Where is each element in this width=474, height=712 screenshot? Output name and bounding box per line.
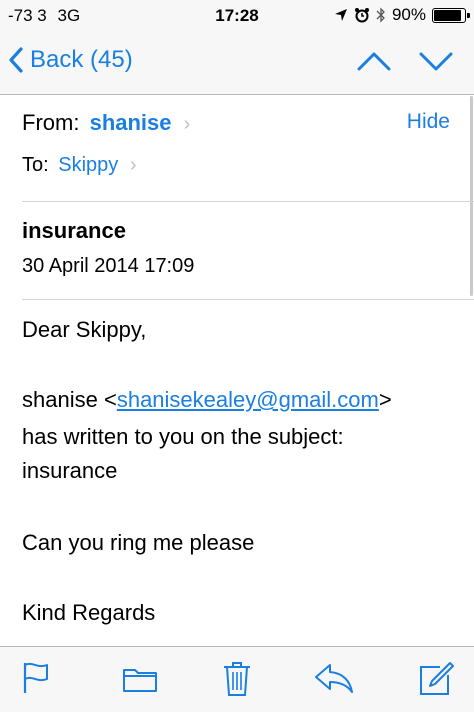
alarm-icon bbox=[354, 7, 370, 23]
delete-button[interactable] bbox=[222, 661, 252, 697]
hide-button[interactable]: Hide bbox=[407, 110, 450, 134]
back-label: Back (45) bbox=[30, 46, 133, 73]
chevron-right-icon: › bbox=[183, 113, 191, 135]
navigation-bar: Back (45) bbox=[0, 30, 474, 95]
back-button[interactable]: Back (45) bbox=[8, 46, 133, 74]
angle-open: < bbox=[103, 387, 117, 412]
battery-icon bbox=[432, 7, 470, 23]
battery-percent: 90% bbox=[391, 5, 426, 24]
subject-line: insurance bbox=[22, 458, 118, 483]
chevron-right-icon: › bbox=[129, 154, 137, 176]
written-line: has written to you on the subject: bbox=[22, 424, 344, 449]
flag-button[interactable] bbox=[22, 661, 50, 695]
to-label: To: bbox=[22, 154, 49, 176]
next-message-button[interactable] bbox=[418, 47, 454, 75]
move-to-folder-button[interactable] bbox=[122, 661, 158, 695]
from-label: From: bbox=[22, 110, 80, 135]
greeting: Dear Skippy, bbox=[22, 317, 147, 342]
sender-name-link[interactable]: shanise bbox=[90, 110, 172, 135]
divider bbox=[22, 299, 474, 300]
flag-icon bbox=[22, 661, 50, 695]
compose-button[interactable] bbox=[418, 661, 454, 697]
battery-cap bbox=[467, 12, 470, 18]
sender-email-link[interactable]: shanisekealey@gmail.com bbox=[117, 387, 379, 412]
chevron-up-icon bbox=[356, 47, 392, 75]
folder-icon bbox=[122, 661, 158, 695]
message-date: 30 April 2014 17:09 bbox=[22, 255, 195, 277]
angle-close: > bbox=[378, 387, 392, 412]
request-line: Can you ring me please bbox=[22, 530, 255, 555]
message-subject: insurance bbox=[22, 218, 126, 243]
bluetooth-icon bbox=[376, 7, 386, 23]
chevron-down-icon bbox=[418, 47, 454, 75]
chevron-left-icon bbox=[8, 46, 24, 74]
battery-level bbox=[434, 9, 461, 21]
location-arrow-icon bbox=[334, 8, 348, 22]
trash-icon bbox=[222, 661, 252, 697]
scrollbar[interactable] bbox=[470, 96, 473, 296]
from-row: From: shanise › Hide bbox=[22, 110, 462, 140]
bottom-toolbar bbox=[0, 646, 474, 712]
reply-button[interactable] bbox=[314, 661, 354, 695]
divider bbox=[22, 201, 474, 202]
compose-icon bbox=[418, 661, 454, 697]
to-row: To: Skippy › bbox=[22, 154, 137, 177]
sender-name: shanise bbox=[22, 387, 98, 412]
previous-message-button[interactable] bbox=[356, 47, 392, 75]
sender-line: shanise <shanisekealey@gmail.com> bbox=[22, 383, 462, 417]
closing-line: Kind Regards bbox=[22, 600, 156, 625]
reply-icon bbox=[314, 661, 354, 695]
status-icons: 90% bbox=[334, 5, 470, 25]
status-bar: -73 3 3G 17:28 90% bbox=[0, 0, 474, 30]
recipient-name-link[interactable]: Skippy bbox=[58, 154, 118, 176]
